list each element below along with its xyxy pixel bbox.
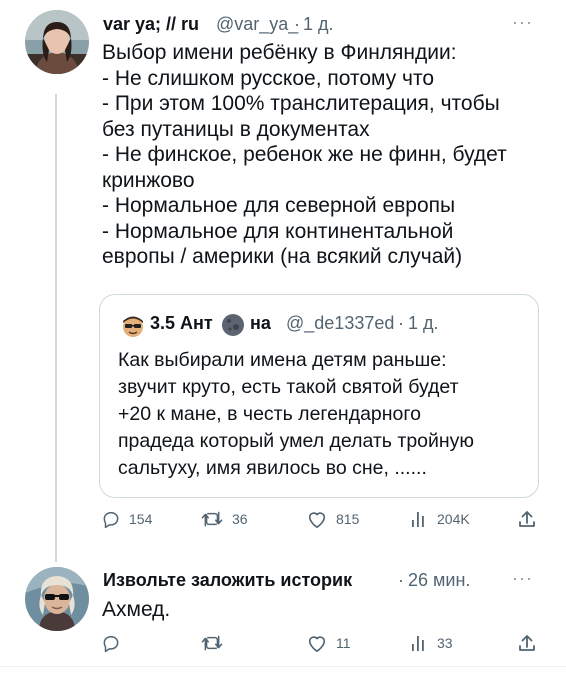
more-options-icon[interactable]: ···: [512, 12, 533, 33]
reply-retweet-button[interactable]: [200, 633, 232, 653]
reply-like-count: 11: [336, 635, 351, 651]
meta-separator: ·: [294, 14, 300, 34]
reply-views-count: 33: [437, 635, 453, 651]
reply-like-button[interactable]: 11: [306, 633, 351, 653]
reply-author-avatar[interactable]: [25, 567, 89, 631]
views-count: 204K: [437, 511, 470, 527]
reply-icon: [101, 509, 121, 529]
quote-author-name-part1: 3.5 Ант: [150, 313, 213, 333]
quote-meta-separator: ·: [398, 313, 404, 333]
views-button[interactable]: 204K: [409, 509, 470, 529]
reply-reply-button[interactable]: [101, 633, 129, 653]
retweet-button[interactable]: 36: [200, 509, 248, 529]
retweet-icon: [200, 633, 224, 653]
share-icon: [517, 509, 537, 529]
avatar[interactable]: [25, 10, 89, 74]
quote-author-handle: @_de1337ed: [286, 313, 395, 333]
retweet-icon: [200, 509, 224, 529]
share-icon: [517, 633, 537, 653]
author-handle[interactable]: @var_ya_: [216, 14, 298, 35]
quoted-tweet[interactable]: 3.5 Ант на @_de1337ed · 1 д. Как выбирал…: [99, 294, 539, 498]
reply-meta-separator: ·: [398, 570, 404, 590]
reply-author-name[interactable]: Извольте заложить историк: [103, 570, 352, 591]
share-button[interactable]: [517, 509, 537, 529]
timestamp[interactable]: 1 д.: [303, 14, 334, 35]
tweet-text: Выбор имени ребёнку в Финляндии: - Не сл…: [102, 41, 507, 268]
quote-author-name-part2: на: [250, 313, 271, 333]
quote-timestamp: 1 д.: [408, 313, 439, 333]
heart-icon: [306, 509, 328, 529]
retweet-count: 36: [232, 511, 248, 527]
heart-icon: [306, 633, 328, 653]
author-name[interactable]: var ya; // ru: [103, 14, 199, 35]
quote-text: Как выбирали имена детям раньше: звучит …: [118, 349, 475, 479]
like-button[interactable]: 815: [306, 509, 359, 529]
reply-text: Ахмед.: [102, 598, 171, 621]
reply-more-options-icon[interactable]: ···: [512, 568, 533, 589]
views-icon: [409, 633, 429, 653]
dark-circle-emoji-icon: [221, 313, 245, 337]
thread-connector-line: [55, 94, 57, 562]
reply-views-button[interactable]: 33: [409, 633, 453, 653]
quote-avatar: [120, 313, 146, 339]
reply-timestamp[interactable]: 26 мин.: [408, 570, 470, 591]
views-icon: [409, 509, 429, 529]
reply-share-button[interactable]: [517, 633, 537, 653]
reply-button[interactable]: 154: [101, 509, 152, 529]
divider: [0, 666, 566, 667]
like-count: 815: [336, 511, 360, 527]
reply-icon: [101, 633, 121, 653]
reply-count: 154: [129, 511, 153, 527]
